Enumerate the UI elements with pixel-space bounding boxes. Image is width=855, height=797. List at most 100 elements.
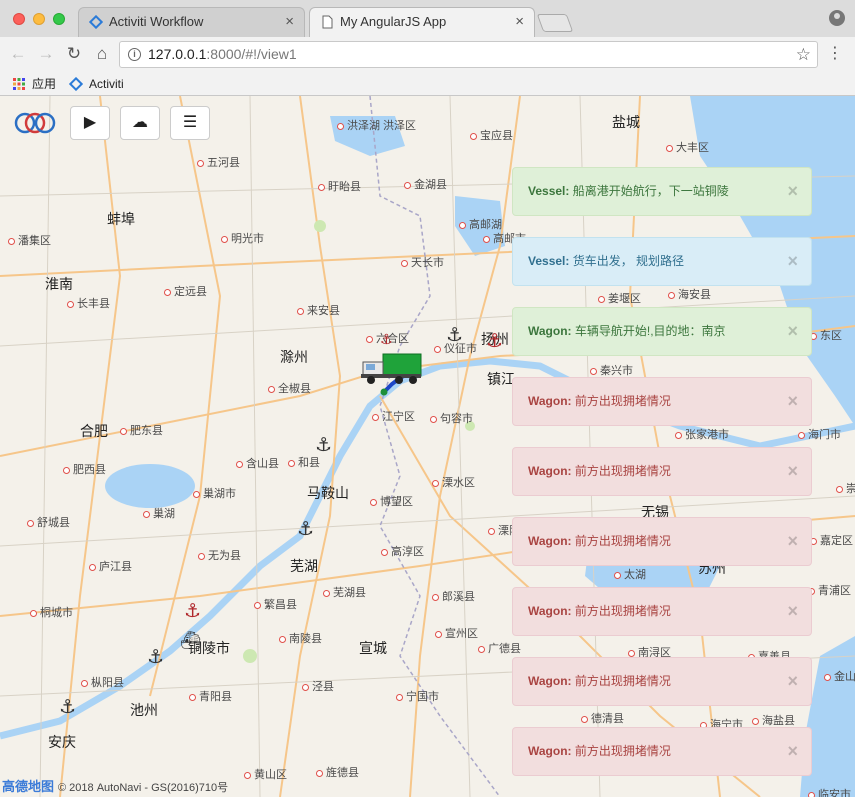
city-label: 芜湖 — [290, 556, 318, 576]
close-icon[interactable]: × — [787, 378, 798, 425]
menu-button[interactable]: ☰ — [170, 106, 210, 140]
city-name: 定远县 — [174, 286, 207, 298]
city-name: 海盐县 — [762, 715, 795, 727]
close-tab-icon[interactable]: × — [285, 8, 294, 36]
city-name: 马鞍山 — [307, 485, 349, 501]
notification-alert: Vessel: 船离港开始航行，下一站铜陵 × — [512, 167, 812, 216]
city-label: 宁国市 — [396, 688, 439, 704]
deploy-button[interactable]: ☁ — [120, 106, 160, 140]
play-button[interactable]: ▶ — [70, 106, 110, 140]
home-icon[interactable]: ⌂ — [90, 42, 114, 66]
port-anchor-icon[interactable]: ⚓ — [59, 698, 76, 717]
city-name: 秦兴市 — [600, 365, 633, 377]
alert-source: Wagon: — [528, 604, 572, 618]
close-icon[interactable]: × — [787, 308, 798, 355]
new-tab-button[interactable] — [536, 14, 574, 32]
document-icon — [322, 15, 333, 29]
close-icon[interactable]: × — [787, 518, 798, 565]
city-label: 金湖县 — [404, 176, 447, 192]
close-icon[interactable]: × — [787, 728, 798, 775]
city-name: 芜湖县 — [333, 587, 366, 599]
alert-source: Vessel: — [528, 254, 570, 268]
browser-menu-icon[interactable]: ⋮ — [827, 45, 843, 63]
city-name: 博望区 — [380, 496, 413, 508]
map-canvas[interactable]: 盐城 洪泽湖 洪泽区 宝应县 大丰区 五河县 盱眙县 金湖县 蚌埠 高邮湖 高邮市 潘集区 明光市 天长… — [0, 96, 855, 797]
city-label: 临安市 — [808, 786, 851, 797]
alert-message: 前方出现拥堵情况 — [571, 394, 671, 408]
city-dot-icon — [236, 461, 243, 468]
city-name: 金山区 — [834, 671, 855, 683]
reload-icon[interactable]: ↻ — [62, 42, 86, 66]
city-name: 舒城县 — [37, 517, 70, 529]
amap-logo: 高德地图 — [2, 779, 55, 794]
profile-icon[interactable] — [829, 10, 845, 26]
city-name: 句容市 — [440, 413, 473, 425]
notification-alert: Wagon: 车辆导航开始!,目的地：南京 × — [512, 307, 812, 356]
city-dot-icon — [268, 386, 275, 393]
port-anchor-icon[interactable]: ⚓ — [297, 520, 314, 539]
city-dot-icon — [434, 346, 441, 353]
alert-source: Wagon: — [528, 394, 572, 408]
close-icon[interactable]: × — [787, 238, 798, 285]
close-window-button[interactable] — [13, 13, 25, 25]
city-name: 天长市 — [411, 257, 444, 269]
city-name: 含山县 — [246, 458, 279, 470]
truck-icon[interactable] — [361, 352, 423, 386]
city-label: 马鞍山 — [307, 483, 349, 503]
port-anchor-icon[interactable]: ⚓ — [315, 436, 332, 455]
city-name: 全椒县 — [278, 383, 311, 395]
bookmark-activiti[interactable]: Activiti — [69, 76, 124, 92]
city-label: 庐江县 — [89, 558, 132, 574]
city-dot-icon — [81, 680, 88, 687]
city-dot-icon — [164, 289, 171, 296]
close-tab-icon[interactable]: × — [515, 8, 524, 36]
ship-icon[interactable]: ⛴ — [180, 632, 202, 649]
back-icon[interactable]: ← — [6, 42, 30, 66]
city-name: 明光市 — [231, 233, 264, 245]
bookmark-star-icon[interactable]: ☆ — [796, 42, 811, 67]
city-dot-icon — [370, 499, 377, 506]
city-name: 宣城 — [359, 640, 387, 656]
bookmark-apps[interactable]: 应用 — [12, 76, 56, 92]
alert-source: Wagon: — [528, 744, 572, 758]
tab-title: Activiti Workflow — [109, 14, 204, 29]
port-anchor-icon[interactable]: ⚓ — [446, 326, 463, 345]
close-icon[interactable]: × — [787, 448, 798, 495]
zoom-window-button[interactable] — [53, 13, 65, 25]
notification-alert: Wagon: 前方出现拥堵情况 × — [512, 517, 812, 566]
close-icon[interactable]: × — [787, 588, 798, 635]
port-anchor-icon[interactable]: ⚓ — [147, 648, 164, 667]
forward-icon[interactable]: → — [34, 42, 58, 66]
city-name: 高淳区 — [391, 546, 424, 558]
city-name: 芜湖 — [290, 558, 318, 574]
city-name: 郎溪县 — [442, 591, 475, 603]
port-anchor-icon[interactable]: ⚓ — [184, 602, 201, 621]
close-icon[interactable]: × — [787, 658, 798, 705]
tab-activiti-workflow[interactable]: Activiti Workflow × — [78, 7, 305, 37]
address-bar[interactable]: i 127.0.0.1:8000/#!/view1 ☆ — [119, 41, 818, 68]
alert-message: 前方出现拥堵情况 — [571, 744, 671, 758]
close-icon[interactable]: × — [787, 168, 798, 215]
city-name: 淮南 — [45, 276, 73, 292]
browser-toolbar: ← → ↻ ⌂ i 127.0.0.1:8000/#!/view1 ☆ ⋮ — [0, 37, 855, 73]
minimize-window-button[interactable] — [33, 13, 45, 25]
info-icon[interactable]: i — [128, 48, 141, 61]
list-icon: ☰ — [182, 114, 198, 131]
city-label: 定远县 — [164, 283, 207, 299]
city-name: 繁昌县 — [264, 599, 297, 611]
alert-message: 货车出发， 规划路径 — [569, 254, 685, 268]
port-anchor-icon[interactable]: ⚓ — [486, 332, 503, 351]
alert-message: 前方出现拥堵情况 — [571, 674, 671, 688]
city-dot-icon — [143, 511, 150, 518]
notification-alert: Wagon: 前方出现拥堵情况 × — [512, 447, 812, 496]
tab-my-angularjs-app[interactable]: My AngularJS App × — [309, 7, 535, 37]
city-dot-icon — [254, 602, 261, 609]
city-dot-icon — [316, 770, 323, 777]
city-name: 溧水区 — [442, 477, 475, 489]
city-label: 德清县 — [581, 710, 624, 726]
city-label: 金山区 — [824, 668, 855, 684]
city-name: 安庆 — [48, 734, 76, 750]
city-label: 东区 — [810, 327, 842, 343]
city-name: 滁州 — [280, 349, 308, 365]
city-label: 宝应县 — [470, 127, 513, 143]
